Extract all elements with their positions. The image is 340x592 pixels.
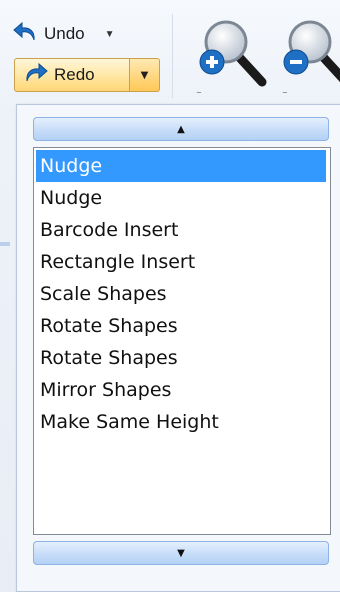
undo-button[interactable]: Undo ▼	[12, 20, 115, 48]
zoom-out-button[interactable]	[280, 14, 340, 98]
zoom-in-icon	[199, 20, 267, 87]
undo-arrow-icon	[12, 20, 40, 49]
zoom-out-icon	[283, 20, 340, 83]
redo-button[interactable]: Redo	[14, 58, 130, 92]
history-item[interactable]: Barcode Insert	[36, 214, 326, 246]
undo-dropdown-arrow-icon[interactable]: ▼	[105, 29, 115, 40]
redo-dropdown-arrow-icon[interactable]: ▼	[130, 58, 160, 92]
ribbon-divider	[0, 242, 10, 246]
chevron-down-icon: ▼	[177, 547, 185, 559]
history-item[interactable]: Nudge	[36, 150, 326, 182]
history-item[interactable]: Scale Shapes	[36, 278, 326, 310]
zoom-out-tick: ⁻	[282, 88, 288, 101]
scroll-down-button[interactable]: ▼	[33, 541, 329, 565]
redo-arrow-icon	[21, 61, 49, 90]
chevron-up-icon: ▲	[177, 123, 185, 135]
zoom-in-tick: ⁻	[196, 88, 202, 101]
zoom-in-button[interactable]	[196, 14, 272, 98]
ribbon-group-separator	[172, 14, 173, 98]
redo-history-dropdown: ▲ Nudge Nudge Barcode Insert Rectangle Inse…	[16, 104, 340, 592]
history-item[interactable]: Rotate Shapes	[36, 310, 326, 342]
history-list[interactable]: Nudge Nudge Barcode Insert Rectangle Insert…	[33, 147, 331, 535]
redo-split-button[interactable]: Redo ▼	[14, 58, 160, 94]
history-item[interactable]: Rotate Shapes	[36, 342, 326, 374]
history-item[interactable]: Mirror Shapes	[36, 374, 326, 406]
redo-label: Redo	[54, 65, 95, 84]
scroll-up-button[interactable]: ▲	[33, 117, 329, 141]
history-item[interactable]: Make Same Height	[36, 406, 326, 438]
history-item[interactable]: Nudge	[36, 182, 326, 214]
history-item[interactable]: Rectangle Insert	[36, 246, 326, 278]
undo-label: Undo	[44, 24, 85, 43]
